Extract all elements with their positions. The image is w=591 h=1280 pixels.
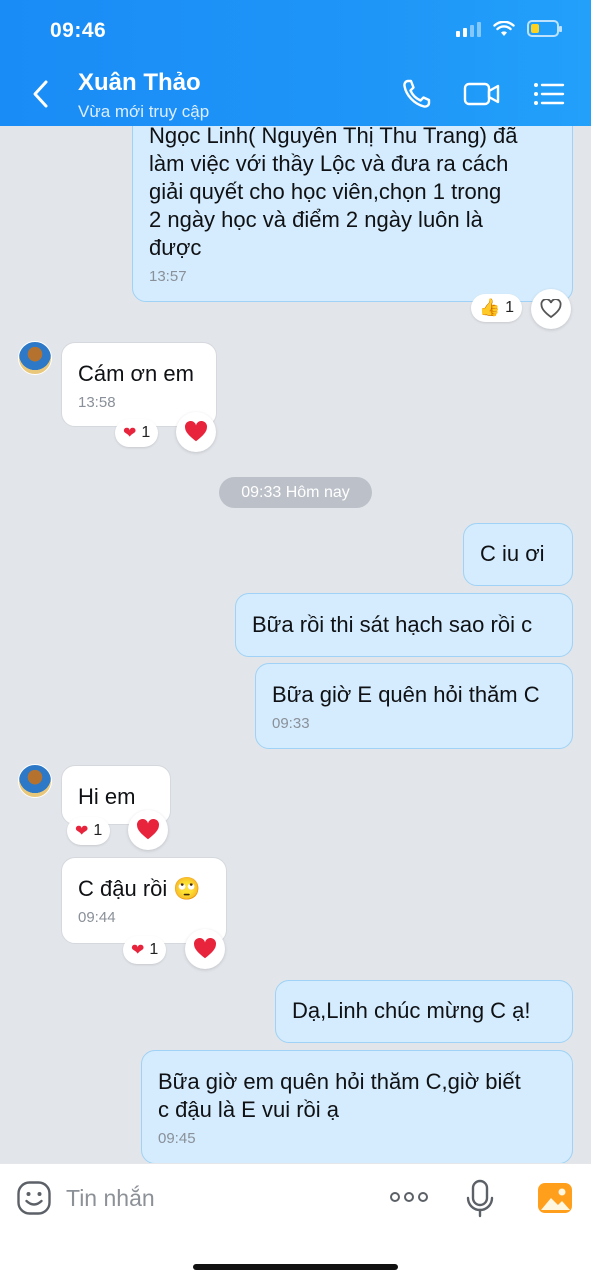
more-options-icon[interactable] [390,1186,432,1208]
message-bubble-sent[interactable]: Ngọc Linh( Nguyễn Thị Thu Trang) đã làm … [132,105,573,302]
contact-avatar[interactable] [18,764,52,798]
message-text-line: Ngọc Linh( Nguyễn Thị Thu Trang) đã [149,123,518,148]
reaction-summary[interactable]: ❤ 1 [123,936,167,964]
message-timestamp: 13:57 [149,268,187,285]
message-timestamp: 09:33 [272,715,310,732]
message-bubble-sent[interactable]: Dạ,Linh chúc mừng C ạ! [275,980,573,1043]
reaction-count: 1 [93,822,103,839]
reaction-count: 1 [149,941,159,958]
heart-icon [194,938,216,959]
video-call-icon[interactable] [462,76,502,112]
status-bar-time: 09:46 [50,19,107,42]
add-reaction-button[interactable] [531,289,571,329]
heart-reaction-button[interactable] [128,810,168,850]
message-text-line: làm việc với thầy Lộc và đưa ra cách [149,151,509,176]
status-bar-icons [456,20,562,37]
contact-avatar[interactable] [18,341,52,375]
phone-icon[interactable] [399,76,435,112]
battery-icon [527,20,562,37]
reaction-summary[interactable]: ❤ 1 [67,817,111,845]
message-text-line: 2 ngày học và điểm 2 ngày luôn là [149,207,483,232]
message-bubble-sent[interactable]: Bữa giờ E quên hỏi thăm C 09:33 [255,663,573,749]
heart-reaction-button[interactable] [176,412,216,452]
message-text-line: giải quyết cho học viên,chọn 1 trong [149,179,502,204]
heart-icon: ❤ [75,823,89,840]
message-text: Bữa rồi thi sát hạch sao rồi c [252,612,533,637]
message-text: Dạ,Linh chúc mừng C ạ! [292,998,531,1023]
contact-name[interactable]: Xuân Thảo [78,69,201,97]
contact-status: Vừa mới truy cập [78,102,210,121]
menu-list-icon[interactable] [531,76,567,112]
message-text: C iu ơi [480,541,545,566]
cellular-signal-icon [456,21,481,37]
message-bubble-sent[interactable]: Bữa giờ em quên hỏi thăm C,giờ biết c đậ… [141,1050,573,1164]
message-text-line: c đậu là E vui rồi ạ [158,1097,339,1122]
emoji-sticker-icon[interactable] [16,1180,52,1216]
heart-icon: ❤ [131,942,145,959]
message-timestamp: 09:44 [78,909,116,926]
message-composer [0,1163,591,1280]
heart-reaction-button[interactable] [185,929,225,969]
reaction-count: 1 [505,299,515,316]
reaction-summary[interactable]: ❤ 1 [115,419,159,447]
message-timestamp: 13:58 [78,394,116,411]
heart-outline-icon [540,299,562,319]
thumbs-up-icon: 👍 [479,298,501,317]
message-text: C đậu rồi 🙄 [78,876,201,901]
reaction-summary[interactable]: 👍 1 [471,294,523,322]
rolling-eyes-emoji: 🙄 [173,876,201,901]
microphone-icon[interactable] [464,1178,496,1218]
message-bubble-sent[interactable]: C iu ơi [463,523,573,586]
message-text: Hi em [78,784,136,809]
message-text: Bữa giờ E quên hỏi thăm C [272,682,540,707]
message-text-line: được [149,235,202,260]
message-timestamp: 09:45 [158,1130,196,1147]
photo-gallery-icon[interactable] [537,1180,573,1216]
back-icon[interactable] [26,76,56,112]
message-input[interactable] [66,1178,366,1218]
heart-icon [185,421,207,442]
message-text-line: Bữa giờ em quên hỏi thăm C,giờ biết [158,1069,521,1094]
heart-icon: ❤ [123,425,137,442]
heart-icon [137,819,159,840]
wifi-icon [493,20,515,36]
date-divider: 09:33 Hôm nay [219,477,372,508]
message-text: Cám ơn em [78,361,194,386]
chat-header: 09:46 Xuân Thảo Vừa mới truy cập [0,0,591,126]
message-bubble-sent[interactable]: Bữa rồi thi sát hạch sao rồi c [235,593,573,657]
home-indicator [193,1264,398,1270]
reaction-count: 1 [141,424,151,441]
